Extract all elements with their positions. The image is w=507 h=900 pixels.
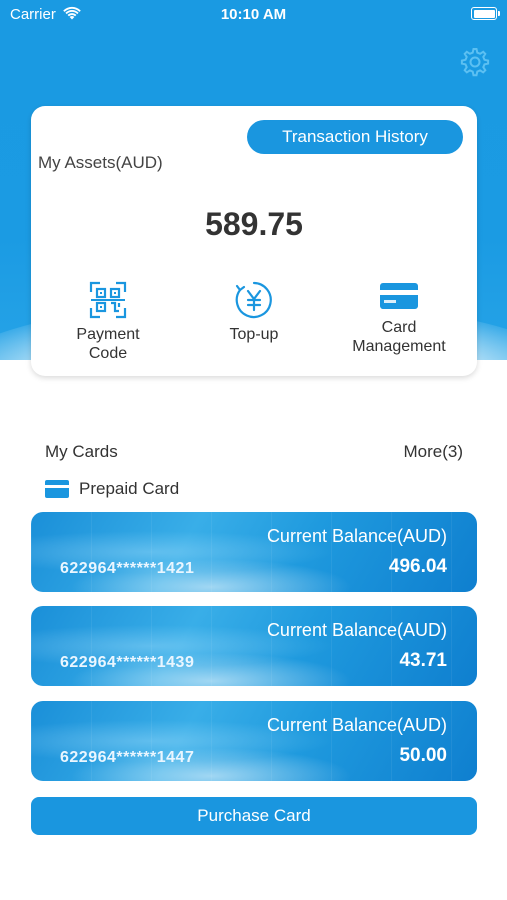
card-number: 622964******1421 xyxy=(60,560,195,577)
prepaid-card-item[interactable]: Current Balance(AUD) 622964******1439 43… xyxy=(31,606,477,686)
topup-label: Top-up xyxy=(229,326,279,343)
assets-card: Transaction History My Assets(AUD) 589.7… xyxy=(31,106,477,376)
purchase-card-button[interactable]: Purchase Card xyxy=(31,797,477,835)
settings-button[interactable] xyxy=(459,46,491,78)
card-balance-title: Current Balance(AUD) xyxy=(266,526,447,546)
status-time: 10:10 AM xyxy=(220,6,287,23)
topup-button[interactable]: Top-up xyxy=(184,281,324,344)
prepaid-card-label: Prepaid Card xyxy=(79,479,180,498)
my-cards-header: My Cards More(3) xyxy=(45,440,463,464)
card-number: 622964******1447 xyxy=(60,749,195,766)
card-balance-title: Current Balance(AUD) xyxy=(266,715,447,735)
gear-icon xyxy=(460,48,490,77)
card-balance-value: 496.04 xyxy=(388,556,447,577)
more-cards-link[interactable]: More(3) xyxy=(403,442,463,462)
card-management-label-line2: Management xyxy=(352,338,446,355)
my-cards-label: My Cards xyxy=(45,442,118,461)
card-number: 622964******1439 xyxy=(60,654,195,671)
card-icon xyxy=(45,480,69,498)
transaction-history-button[interactable]: Transaction History xyxy=(247,120,463,154)
payment-code-label-line1: Payment xyxy=(76,326,140,343)
battery-icon xyxy=(471,7,500,20)
assets-amount: 589.75 xyxy=(205,206,303,242)
payment-code-button[interactable]: Payment Code xyxy=(38,281,178,363)
card-management-button[interactable]: Card Management xyxy=(329,280,469,356)
payment-code-label-line2: Code xyxy=(88,345,128,362)
card-balance-value: 43.71 xyxy=(399,650,447,671)
yen-coin-icon xyxy=(235,281,272,319)
prepaid-card-item[interactable]: Current Balance(AUD) 622964******1421 49… xyxy=(31,512,477,592)
prepaid-card-item[interactable]: Current Balance(AUD) 622964******1447 50… xyxy=(31,701,477,781)
card-icon xyxy=(380,283,418,309)
card-balance-value: 50.00 xyxy=(399,745,447,766)
card-balance-title: Current Balance(AUD) xyxy=(266,620,447,640)
assets-label: My Assets(AUD) xyxy=(38,153,163,172)
card-management-label-line1: Card xyxy=(381,319,417,336)
status-bar: Carrier 10:10 AM xyxy=(0,0,507,30)
qr-code-icon xyxy=(89,281,127,319)
